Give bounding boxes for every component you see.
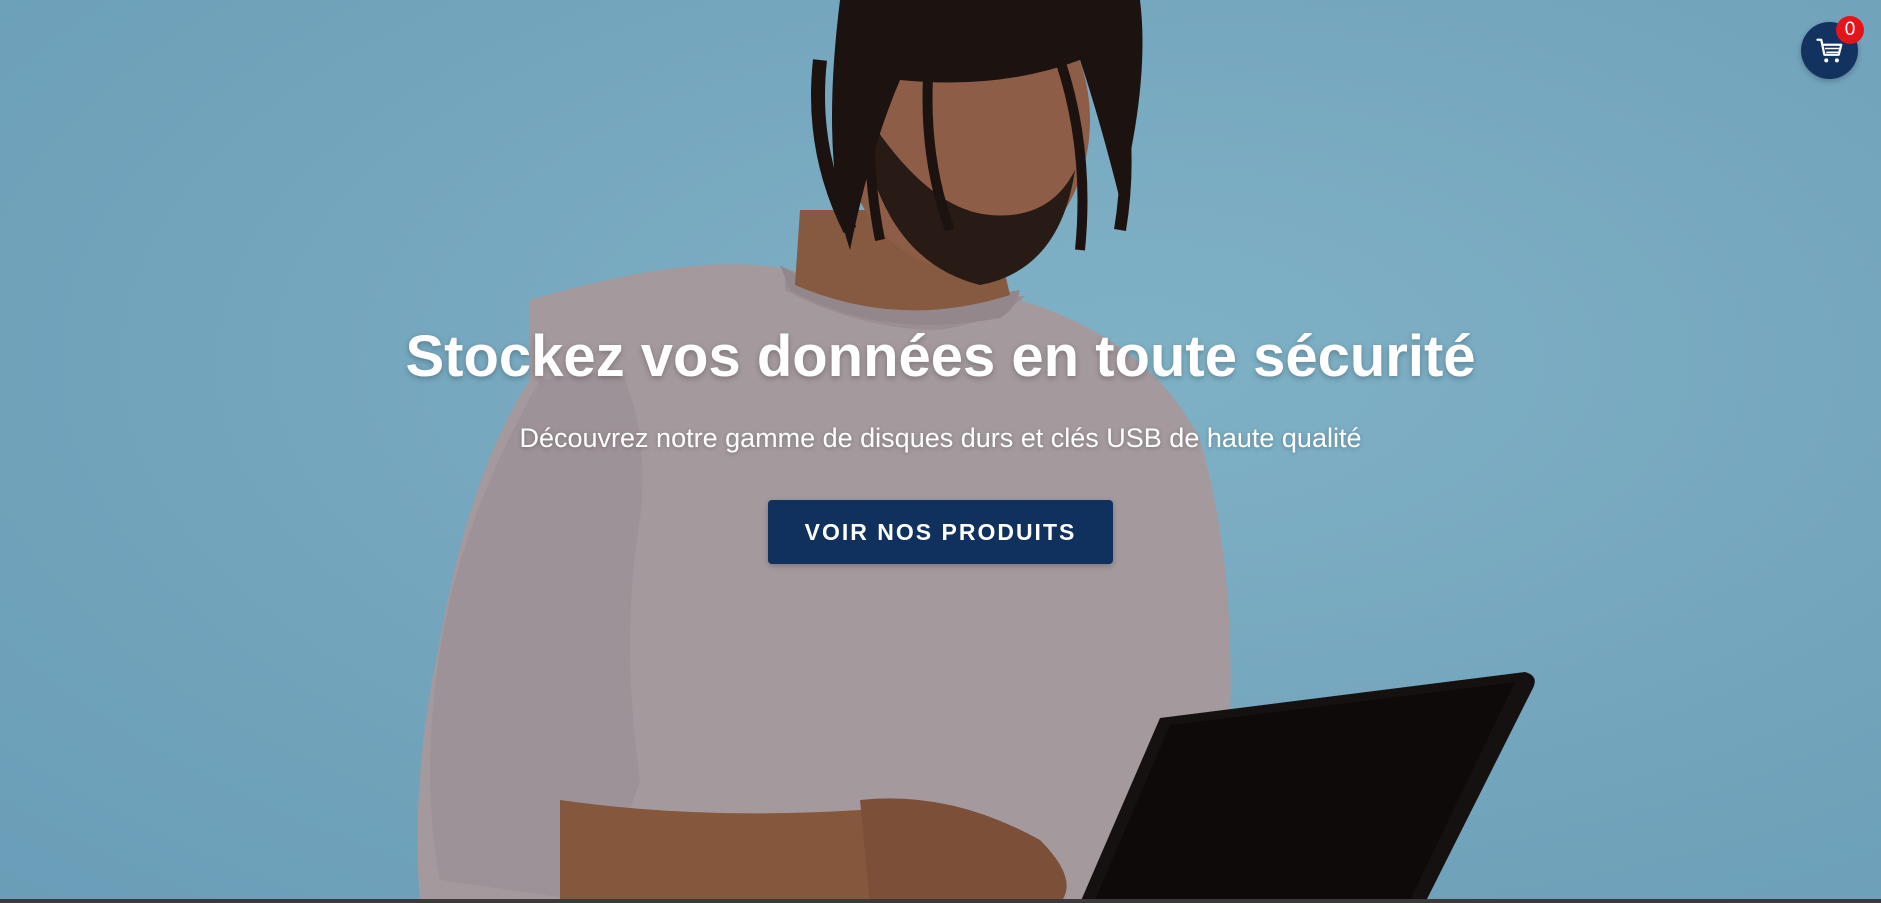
bottom-divider bbox=[0, 899, 1881, 903]
hero-section: Stockez vos données en toute sécurité Dé… bbox=[0, 0, 1881, 903]
hero-subtitle: Découvrez notre gamme de disques durs et… bbox=[519, 422, 1362, 453]
cart-count-badge: 0 bbox=[1836, 16, 1864, 44]
hero-title: Stockez vos données en toute sécurité bbox=[405, 324, 1476, 389]
hero-content: Stockez vos données en toute sécurité Dé… bbox=[0, 322, 1881, 564]
view-products-button[interactable]: VOIR NOS PRODUITS bbox=[768, 499, 1113, 564]
